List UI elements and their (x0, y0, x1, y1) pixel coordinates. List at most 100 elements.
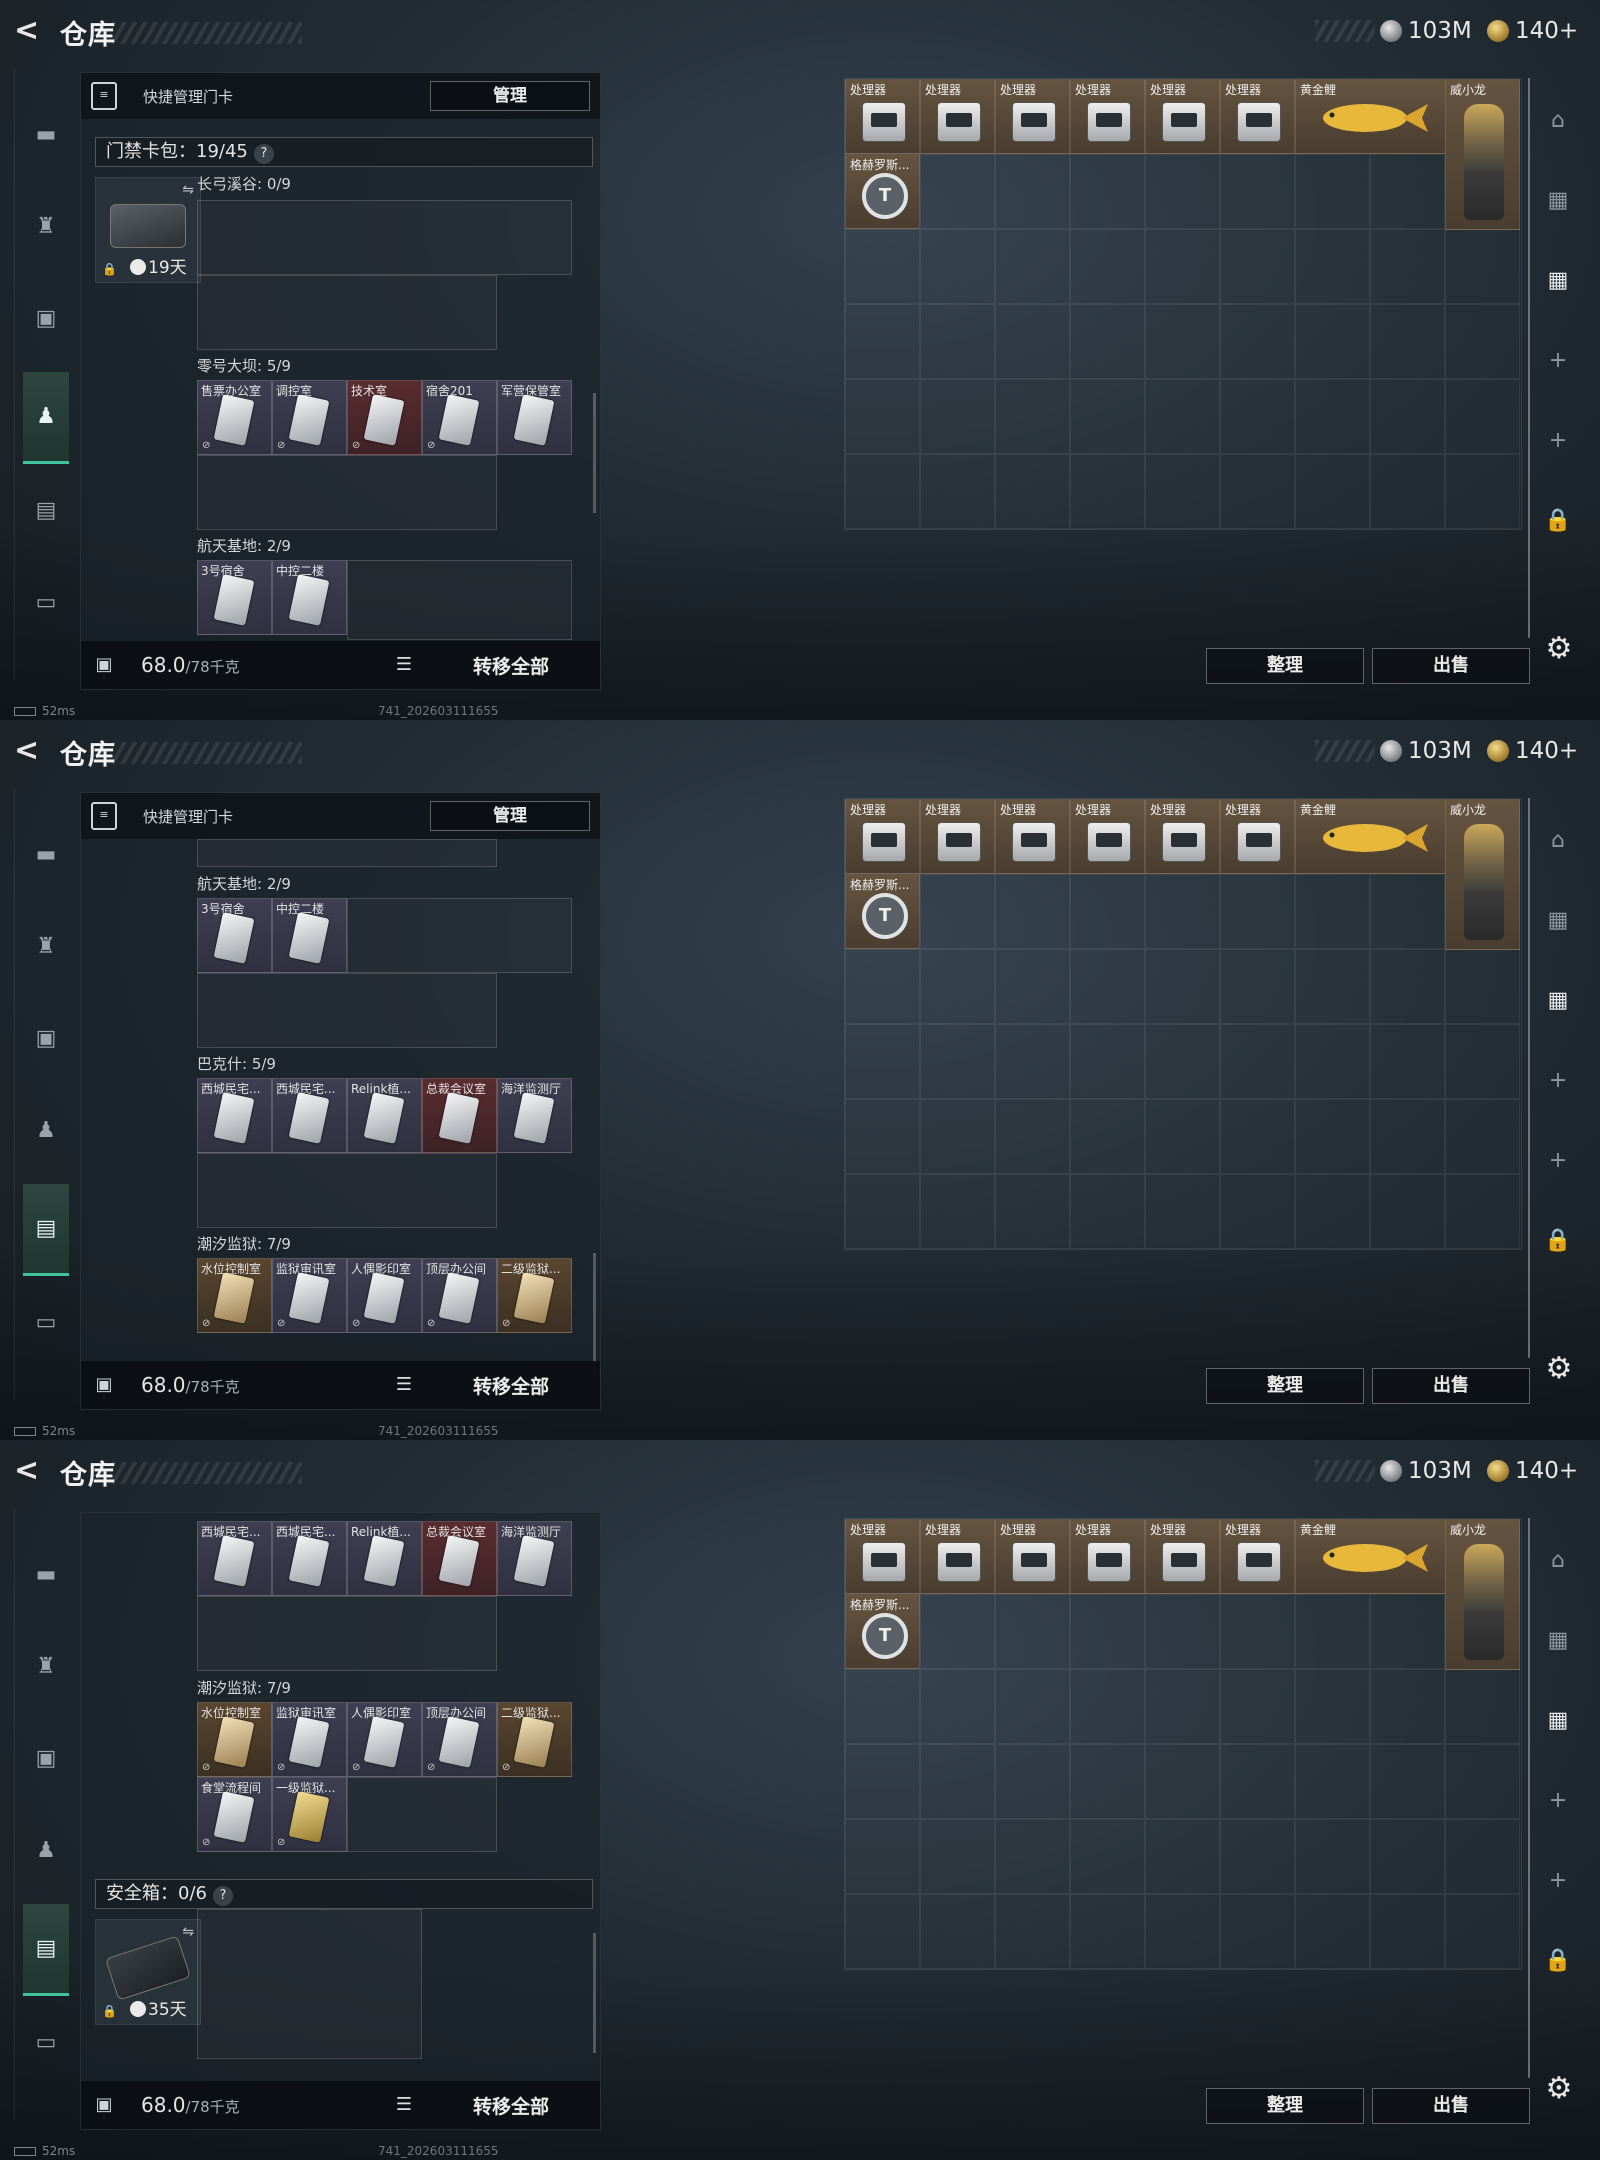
processor-item[interactable]: 处理器 (1220, 79, 1295, 154)
grid-cell[interactable] (1295, 874, 1370, 949)
grid-cell[interactable] (1220, 154, 1295, 229)
grid-cell[interactable] (1370, 1174, 1445, 1249)
keycard[interactable]: 总裁会议室 (422, 1078, 497, 1153)
grid-cell[interactable] (995, 949, 1070, 1024)
grid-cell[interactable] (845, 949, 920, 1024)
stash-page-icon[interactable]: ▦ (1530, 172, 1586, 228)
gun-tab-icon[interactable]: ▬ (23, 1528, 69, 1620)
grid-row[interactable] (347, 1777, 497, 1852)
grid-cell[interactable] (1145, 1024, 1220, 1099)
keycard[interactable]: 西城民宅... (197, 1078, 272, 1153)
grid-cell[interactable] (845, 1174, 920, 1249)
grid-cell[interactable] (1220, 1819, 1295, 1894)
keycard[interactable]: 二级监狱... ⊘ (497, 1702, 572, 1777)
grid-cell[interactable] (1295, 949, 1370, 1024)
grid-row[interactable] (197, 275, 497, 350)
grid-cell[interactable] (1445, 949, 1520, 1024)
processor-item[interactable]: 处理器 (920, 799, 995, 874)
sell-button[interactable]: 出售 (1372, 648, 1530, 684)
keycard-tab-icon[interactable]: ▤ (23, 1184, 69, 1276)
grid-cell[interactable] (845, 229, 920, 304)
grid-cell[interactable] (920, 1594, 995, 1669)
gold-currency[interactable]: 140+ (1487, 736, 1578, 766)
list-icon[interactable]: ☰ (393, 2095, 415, 2115)
processor-item[interactable]: 处理器 (1145, 799, 1220, 874)
grid-cell[interactable] (920, 1024, 995, 1099)
grid-cell[interactable] (1070, 1174, 1145, 1249)
backpack-tab-icon[interactable]: ▣ (23, 1712, 69, 1804)
grid-row[interactable] (197, 973, 497, 1048)
keycard[interactable]: 人偶影印室 ⊘ (347, 1258, 422, 1333)
grid-cell[interactable] (1445, 454, 1520, 529)
add-icon[interactable]: + (1530, 1772, 1586, 1828)
grid-cell[interactable] (1070, 1024, 1145, 1099)
keycard[interactable]: Relink植... (347, 1078, 422, 1153)
grid-cell[interactable] (920, 1099, 995, 1174)
grid-cell[interactable] (920, 229, 995, 304)
grid-row[interactable] (197, 1153, 497, 1228)
grid-cell[interactable] (1145, 1819, 1220, 1894)
back-button[interactable]: < (14, 734, 44, 768)
processor-item[interactable]: 处理器 (845, 79, 920, 154)
grid-cell[interactable] (1445, 1174, 1520, 1249)
stash-page-active-icon[interactable]: ▦ (1530, 972, 1586, 1028)
grid-cell[interactable] (1370, 229, 1445, 304)
grid-cell[interactable] (995, 379, 1070, 454)
help-icon[interactable]: ? (212, 1886, 233, 1906)
help-icon[interactable]: ? (253, 144, 274, 164)
gun-tab-icon[interactable]: ▬ (23, 88, 69, 180)
keycard[interactable]: 二级监狱... ⊘ (497, 1258, 572, 1333)
grid-row[interactable] (197, 455, 497, 530)
grid-cell[interactable] (1295, 1894, 1370, 1969)
grid-cell[interactable] (1070, 1099, 1145, 1174)
grid-cell[interactable] (1370, 874, 1445, 949)
briefcase-tab-icon[interactable]: ▭ (23, 1996, 69, 2088)
grid-cell[interactable] (1070, 154, 1145, 229)
grid-cell[interactable] (1145, 454, 1220, 529)
add-icon[interactable]: + (1530, 412, 1586, 468)
grid-cell[interactable] (1370, 1744, 1445, 1819)
keycard[interactable]: 中控二楼 (272, 898, 347, 973)
grid-cell[interactable] (1370, 1819, 1445, 1894)
grid-cell[interactable] (995, 1744, 1070, 1819)
medal-item[interactable]: 格赫罗斯... T (845, 874, 920, 949)
grid-cell[interactable] (1295, 1594, 1370, 1669)
grid-cell[interactable] (1445, 379, 1520, 454)
processor-item[interactable]: 处理器 (920, 1519, 995, 1594)
stash-page-icon[interactable]: ▦ (1530, 892, 1586, 948)
grid-cell[interactable] (845, 1819, 920, 1894)
keycard[interactable]: 海洋监测厅 (497, 1521, 572, 1596)
grid-cell[interactable] (1445, 304, 1520, 379)
grid-cell[interactable] (1220, 1099, 1295, 1174)
grid-cell[interactable] (995, 1594, 1070, 1669)
grid-cell[interactable] (1370, 1594, 1445, 1669)
add-icon[interactable]: + (1530, 1052, 1586, 1108)
grid-cell[interactable] (1295, 1744, 1370, 1819)
grid-cell[interactable] (1220, 1174, 1295, 1249)
grid-cell[interactable] (1070, 1894, 1145, 1969)
grid-cell[interactable] (1070, 1819, 1145, 1894)
keycard[interactable]: 军营保管室 (497, 380, 572, 455)
grid-cell[interactable] (920, 154, 995, 229)
grid-cell[interactable] (1070, 874, 1145, 949)
processor-item[interactable]: 处理器 (1220, 1519, 1295, 1594)
grid-cell[interactable] (1145, 874, 1220, 949)
grid-cell[interactable] (1070, 454, 1145, 529)
scrollbar[interactable] (593, 1933, 596, 2053)
swap-icon[interactable]: ⇋ (182, 182, 194, 198)
grid-cell[interactable] (920, 1174, 995, 1249)
vest-tab-icon[interactable]: ♜ (23, 1620, 69, 1712)
grid-cell[interactable] (1295, 1819, 1370, 1894)
silver-currency[interactable]: 103M (1380, 1456, 1472, 1486)
keycard[interactable]: 水位控制室 ⊘ (197, 1258, 272, 1333)
grid-cell[interactable] (1145, 304, 1220, 379)
grid-cell[interactable] (920, 874, 995, 949)
grid-cell[interactable] (1220, 379, 1295, 454)
grid-row[interactable] (197, 1596, 497, 1671)
grid-cell[interactable] (1070, 229, 1145, 304)
grid-cell[interactable] (995, 454, 1070, 529)
keycard[interactable]: 总裁会议室 (422, 1521, 497, 1596)
stash-page-active-icon[interactable]: ▦ (1530, 1692, 1586, 1748)
silver-currency[interactable]: 103M (1380, 736, 1472, 766)
keycard[interactable]: 西城民宅... (272, 1078, 347, 1153)
